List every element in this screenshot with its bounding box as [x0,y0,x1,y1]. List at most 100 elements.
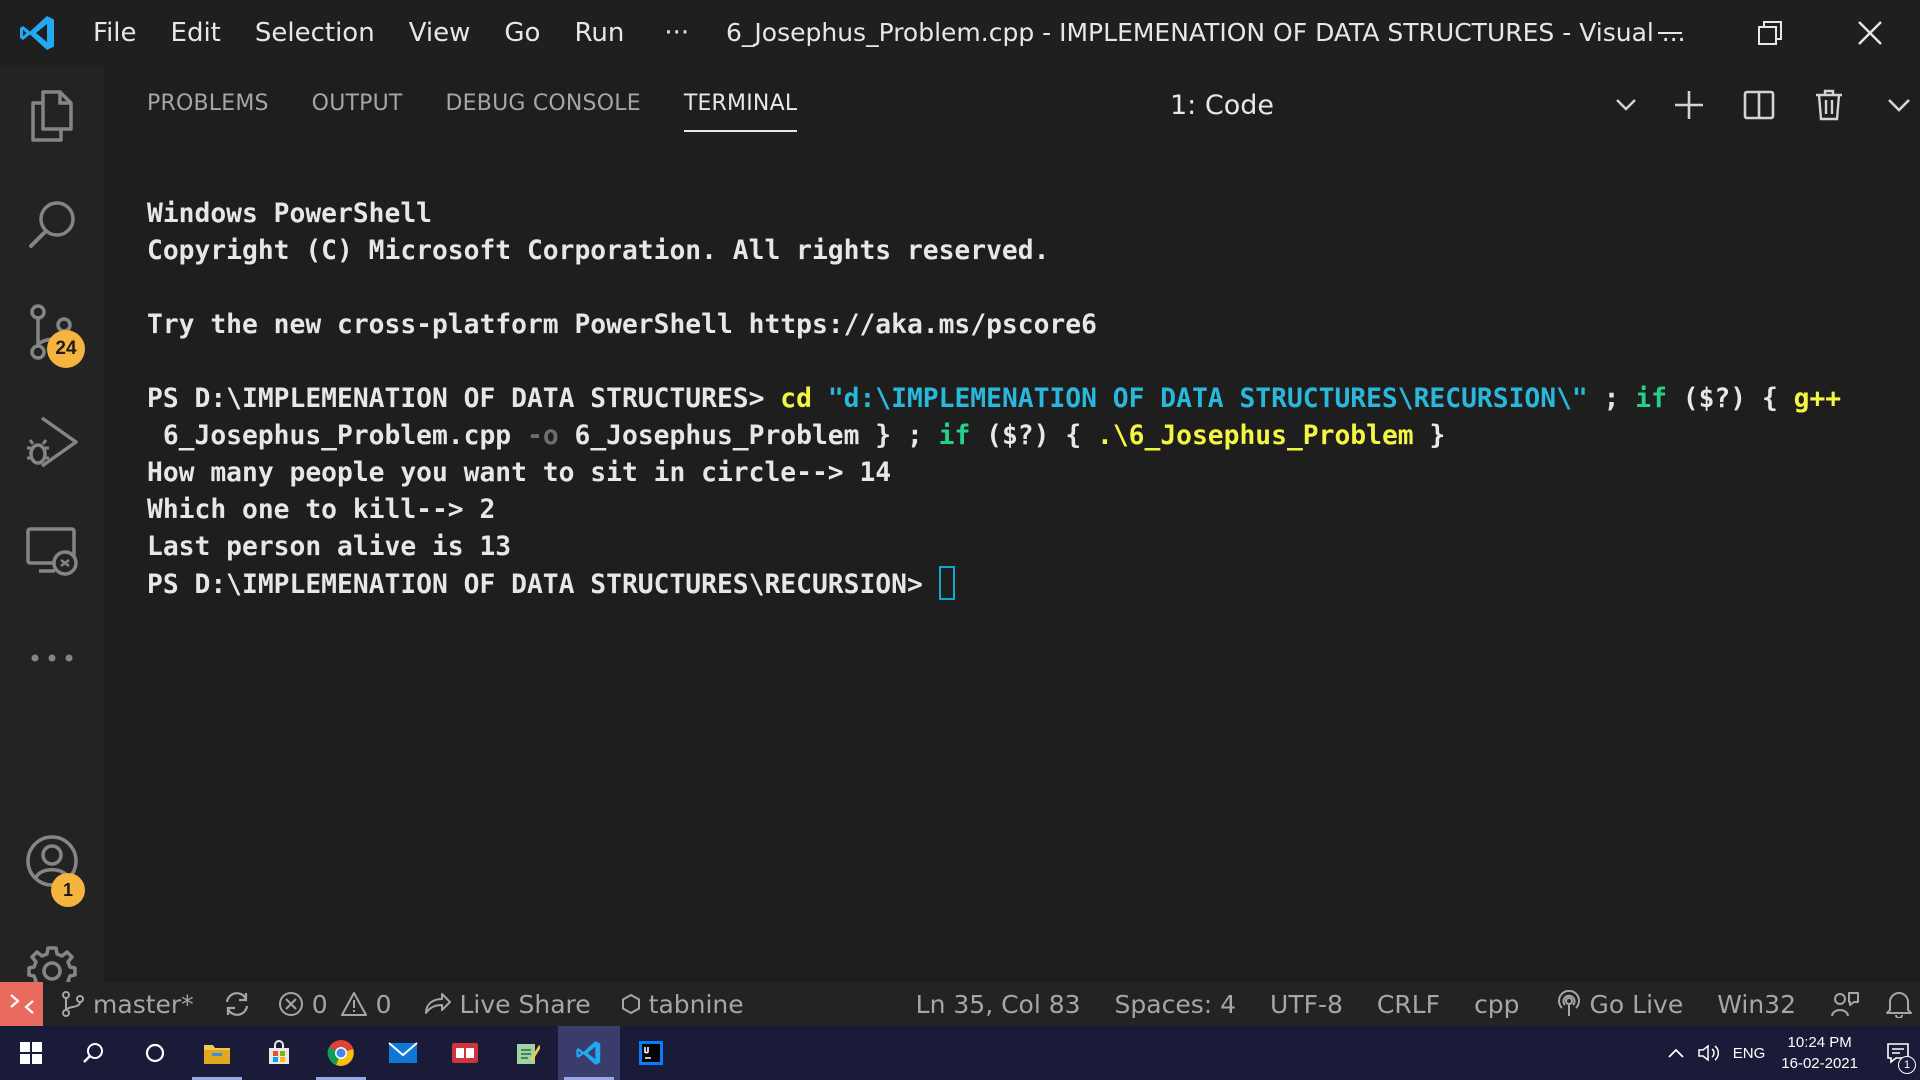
cmd-if: if [938,421,971,451]
terminal-line: Copyright (C) Microsoft Corporation. All… [147,236,1050,266]
menu-edit[interactable]: Edit [154,0,238,66]
search-icon [83,1043,103,1063]
explorer-button[interactable] [0,66,104,166]
cmd-brace: { [1065,421,1097,451]
chrome-icon [327,1040,354,1066]
menu-more[interactable]: ··· [647,0,706,66]
vscode-icon [576,1041,601,1065]
menu-bar: File Edit Selection View Go Run ··· [76,0,706,66]
sync-icon [225,992,248,1016]
encoding-status[interactable]: UTF-8 [1270,982,1343,1026]
menu-go[interactable]: Go [487,0,557,66]
language-mode[interactable]: cpp [1474,982,1519,1026]
minimize-button[interactable] [1620,0,1720,66]
menu-run[interactable]: Run [557,0,641,66]
maximize-panel-button[interactable] [1864,80,1920,130]
window-title: 6_Josephus_Problem.cpp - IMPLEMENATION O… [726,18,1686,47]
live-share-button[interactable]: Live Share [422,982,591,1026]
explorer-icon [31,90,73,142]
taskbar-notepad[interactable] [496,1026,558,1080]
menu-selection[interactable]: Selection [238,0,392,66]
more-views-button[interactable] [0,608,104,708]
accounts-badge: 1 [51,873,85,907]
tab-debug-console[interactable]: DEBUG CONSOLE [446,66,641,142]
more-icon [31,654,73,662]
new-terminal-button[interactable] [1654,80,1724,130]
cmd-cond: ($?) [970,421,1066,451]
terminal-line: Try the new cross-platform PowerShell ht… [147,310,1097,340]
broadcast-icon [1557,990,1580,1016]
terminal-line: Last person alive is 13 [147,532,512,562]
feedback-button[interactable] [1830,982,1868,1026]
start-button[interactable] [0,1026,62,1080]
terminal-line: Which one to kill--> 2 [147,495,496,525]
remote-explorer-button[interactable] [0,501,104,601]
action-center-button[interactable]: 1 [1876,1026,1920,1080]
tab-output[interactable]: OUTPUT [312,66,403,142]
task-view-button[interactable] [124,1026,186,1080]
run-debug-button[interactable] [0,392,104,492]
branch-status[interactable]: master* [61,982,194,1026]
platform-status[interactable]: Win32 [1717,982,1796,1026]
source-control-button[interactable]: 24 [0,282,104,382]
kill-terminal-button[interactable] [1794,80,1864,130]
taskbar-file-explorer[interactable] [186,1026,248,1080]
clock-date: 16-02-2021 [1781,1055,1858,1072]
taskbar-intellij[interactable] [620,1026,682,1080]
volume-icon[interactable] [1697,1043,1721,1063]
cmd-cd: cd [780,384,812,414]
close-icon [1858,21,1882,45]
plus-icon [1675,91,1703,119]
git-branch-icon [62,991,85,1017]
search-button[interactable] [0,174,104,274]
taskbar-vscode[interactable] [558,1026,620,1080]
tab-problems[interactable]: PROBLEMS [147,66,269,142]
file-explorer-icon [204,1045,230,1064]
terminal-select-dropdown[interactable]: 1: Code [1164,80,1639,130]
terminal-cursor [938,566,955,600]
remote-explorer-icon [26,527,78,576]
problems-status[interactable]: 0 0 [278,982,392,1026]
notification-count: 1 [1898,1056,1916,1074]
terminal-select-value: 1: Code [1170,89,1274,121]
taskbar-mail[interactable] [372,1026,434,1080]
taskbar-red-app[interactable] [434,1026,496,1080]
menu-file[interactable]: File [76,0,154,66]
terminal-line: How many people you want to sit in circl… [147,458,892,488]
clock-time: 10:24 PM [1787,1034,1852,1051]
minimize-icon [1658,32,1682,34]
title-bar: File Edit Selection View Go Run ··· 6_Jo… [0,0,1920,66]
cmd-cond: ($?) [1666,384,1762,414]
eol-status[interactable]: CRLF [1377,982,1440,1026]
split-terminal-button[interactable] [1724,80,1794,130]
chevron-up-icon[interactable] [1667,1047,1685,1059]
restore-button[interactable] [1720,0,1820,66]
tabnine-icon [621,993,640,1015]
remote-icon [9,994,34,1014]
sync-button[interactable] [222,982,260,1026]
indentation-status[interactable]: Spaces: 4 [1115,982,1236,1026]
taskbar-search-button[interactable] [62,1026,124,1080]
go-live-button[interactable]: Go Live [1556,982,1683,1026]
app-red-icon [452,1043,478,1063]
terminal-line: Windows PowerShell [147,199,432,229]
chevron-down-icon [1616,99,1636,111]
tabnine-label: tabnine [648,989,744,1019]
cursor-position[interactable]: Ln 35, Col 83 [916,982,1081,1026]
clock[interactable]: 10:24 PM 16-02-2021 [1781,1032,1858,1074]
terminal-output[interactable]: Windows PowerShell Copyright (C) Microso… [147,196,1841,604]
remote-indicator-button[interactable] [0,982,44,1026]
tabnine-button[interactable]: tabnine [621,982,744,1026]
menu-view[interactable]: View [392,0,488,66]
cmd-out: 6_Josephus_Problem } ; [558,421,939,451]
trash-icon [1816,89,1842,121]
tab-terminal[interactable]: TERMINAL [683,66,798,142]
taskbar-chrome[interactable] [310,1026,372,1080]
vscode-logo-icon [0,0,76,66]
close-window-button[interactable] [1820,0,1920,66]
taskbar-store[interactable] [248,1026,310,1080]
notifications-button[interactable] [1886,982,1920,1026]
input-language[interactable]: ENG [1733,1045,1766,1062]
accounts-button[interactable]: 1 [0,811,104,911]
cmd-run: .\6_Josephus_Problem [1096,421,1414,451]
